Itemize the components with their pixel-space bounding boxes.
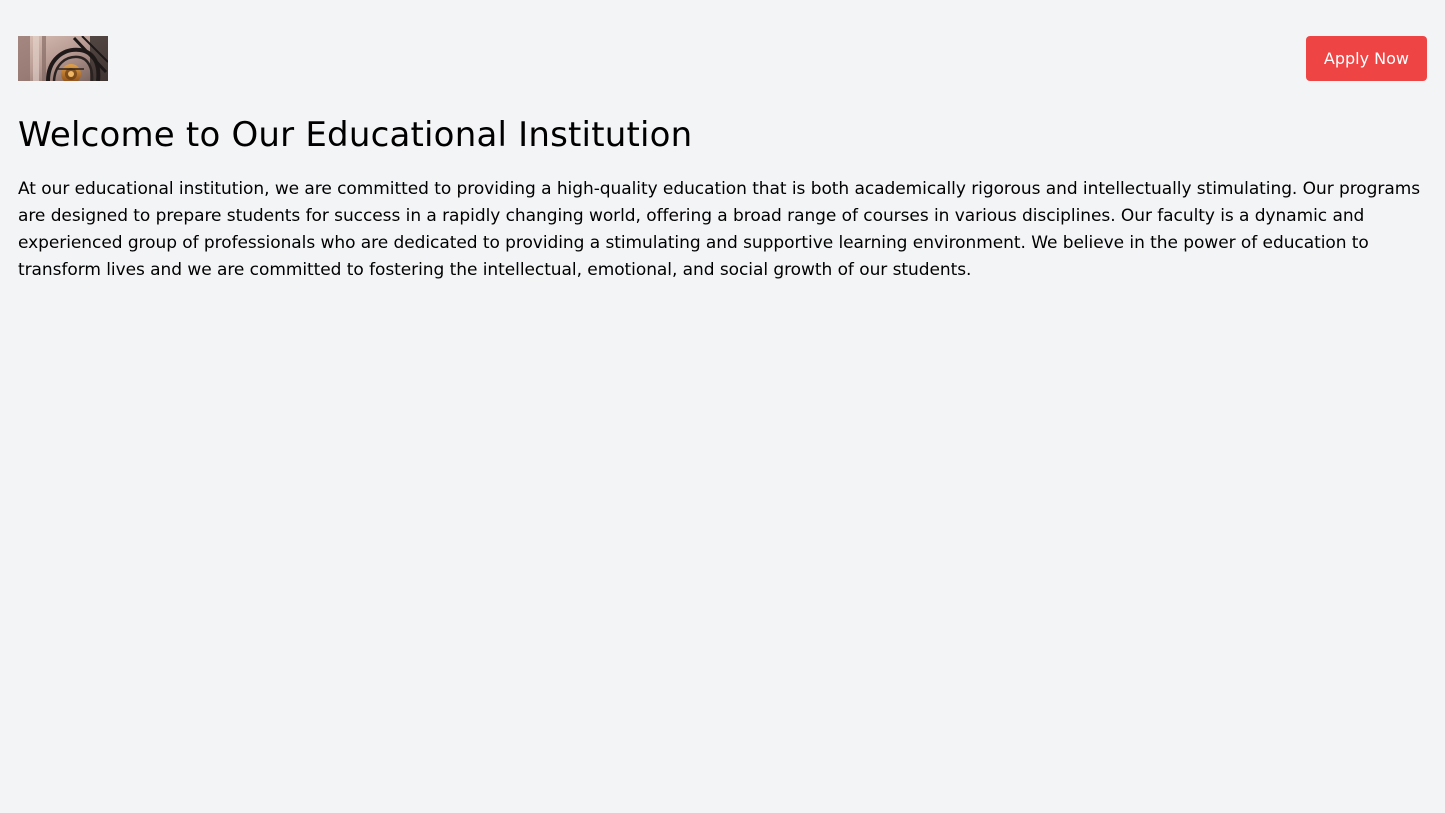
main-content: Welcome to Our Educational Institution A… — [18, 115, 1427, 284]
apply-now-button[interactable]: Apply Now — [1305, 36, 1427, 81]
logo-image — [18, 36, 108, 81]
institution-logo[interactable] — [18, 36, 108, 81]
page-title: Welcome to Our Educational Institution — [18, 115, 693, 155]
header: Apply Now — [18, 36, 1427, 81]
intro-paragraph: At our educational institution, we are c… — [18, 178, 1421, 280]
page: Apply Now Welcome to Our Educational Ins… — [0, 0, 1445, 813]
